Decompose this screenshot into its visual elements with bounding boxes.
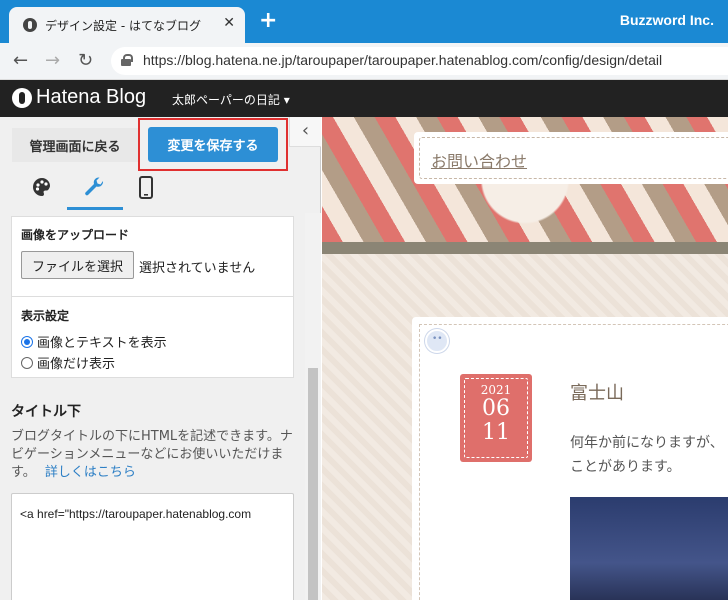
- section-description: ブログタイトルの下にHTMLを記述できます。ナビゲーションメニューなどにお使いい…: [11, 428, 296, 482]
- chevron-left-icon: ‹: [301, 120, 310, 141]
- article-body: 何年か前になりますが、 ことがあります。: [570, 431, 728, 479]
- html-code-textarea[interactable]: <a href="https://taroupaper.hatenablog.c…: [11, 493, 294, 600]
- panel-tabs: [0, 172, 321, 210]
- blog-preview: お問い合わせ 2021 06 11 富士山 何年か前になりますが、 ことがありま…: [322, 117, 728, 600]
- close-tab-icon[interactable]: ✕: [223, 15, 235, 31]
- divider: [12, 296, 293, 297]
- article-line-2: ことがあります。: [570, 459, 681, 475]
- scrollbar-thumb[interactable]: [308, 368, 318, 600]
- forward-arrow-icon[interactable]: →: [45, 50, 60, 71]
- radio-image-and-text[interactable]: 画像とテキストを表示: [21, 332, 167, 351]
- display-settings-label: 表示設定: [21, 309, 70, 323]
- details-link[interactable]: 詳しくはこちら: [45, 465, 136, 480]
- article-card: 2021 06 11 富士山 何年か前になりますが、 ことがあります。: [412, 317, 728, 600]
- tab-smartphone[interactable]: [118, 176, 174, 210]
- radio-unchecked-icon[interactable]: [21, 357, 33, 369]
- lock-icon: [121, 54, 133, 66]
- contact-link[interactable]: お問い合わせ: [431, 148, 527, 172]
- choose-file-button[interactable]: ファイルを選択: [21, 251, 134, 279]
- wrench-icon: [85, 177, 104, 196]
- date-badge: 2021 06 11: [460, 374, 532, 462]
- hatena-header: Hatena Blog 太郎ペーパーの日記 ▾: [0, 80, 728, 117]
- back-arrow-icon[interactable]: ←: [13, 50, 28, 71]
- design-settings-panel: 管理画面に戻る 変更を保存する ‹ 画像をアップロード ファイルを選択 選択され…: [0, 117, 321, 600]
- image-settings-card: 画像をアップロード ファイルを選択 選択されていません 表示設定 画像とテキスト…: [11, 216, 294, 378]
- browser-toolbar: ← → ↻ https://blog.hatena.ne.jp/taroupap…: [0, 43, 728, 80]
- collapse-panel-button[interactable]: ‹: [289, 117, 321, 147]
- window-brand: Buzzword Inc.: [619, 12, 714, 28]
- radio-checked-icon[interactable]: [21, 336, 33, 348]
- hatena-logo-icon[interactable]: [12, 88, 32, 108]
- back-to-admin-button[interactable]: 管理画面に戻る: [12, 128, 138, 162]
- article-title[interactable]: 富士山: [570, 379, 624, 405]
- hatena-favicon-icon: [23, 18, 37, 32]
- date-year: 2021: [480, 383, 512, 397]
- upload-label: 画像をアップロード: [21, 228, 130, 242]
- radio-label: 画像だけ表示: [37, 357, 116, 372]
- article-line-1: 何年か前になりますが、: [570, 435, 724, 451]
- article-photo: [570, 497, 728, 600]
- tab-title: デザイン設定 - はてなブログ: [45, 19, 201, 33]
- section-title: タイトル下: [11, 404, 81, 420]
- date-month: 06: [482, 396, 510, 421]
- contact-box: お問い合わせ: [414, 132, 728, 184]
- settings-scroll-area: 画像をアップロード ファイルを選択 選択されていません 表示設定 画像とテキスト…: [0, 213, 305, 600]
- flower-icon: [425, 329, 449, 353]
- code-text: <a href="https://taroupaper.hatenablog.c…: [20, 507, 252, 521]
- palette-icon: [33, 178, 50, 196]
- new-tab-button[interactable]: +: [259, 10, 277, 32]
- header-shadow-band: [322, 242, 728, 254]
- date-day: 11: [482, 420, 510, 445]
- hatena-brand[interactable]: Hatena Blog: [36, 86, 146, 109]
- address-bar[interactable]: https://blog.hatena.ne.jp/taroupaper/tar…: [111, 47, 728, 75]
- browser-tab[interactable]: デザイン設定 - はてなブログ ✕: [9, 7, 245, 43]
- date-badge-inner: 2021 06 11: [464, 378, 528, 458]
- save-highlight-box: [138, 118, 288, 171]
- smartphone-icon: [139, 176, 153, 199]
- browser-titlebar: デザイン設定 - はてなブログ ✕ + Buzzword Inc.: [0, 0, 728, 43]
- blog-selector[interactable]: 太郎ペーパーの日記 ▾: [172, 91, 290, 108]
- file-status: 選択されていません: [139, 261, 256, 276]
- reload-icon[interactable]: ↻: [78, 50, 93, 71]
- panel-scrollbar[interactable]: [305, 213, 321, 600]
- url-text[interactable]: https://blog.hatena.ne.jp/taroupaper/tar…: [143, 52, 662, 68]
- tab-customize[interactable]: [67, 176, 123, 210]
- radio-image-only[interactable]: 画像だけ表示: [21, 353, 115, 372]
- tab-palette[interactable]: [14, 176, 70, 210]
- radio-label: 画像とテキストを表示: [37, 336, 167, 351]
